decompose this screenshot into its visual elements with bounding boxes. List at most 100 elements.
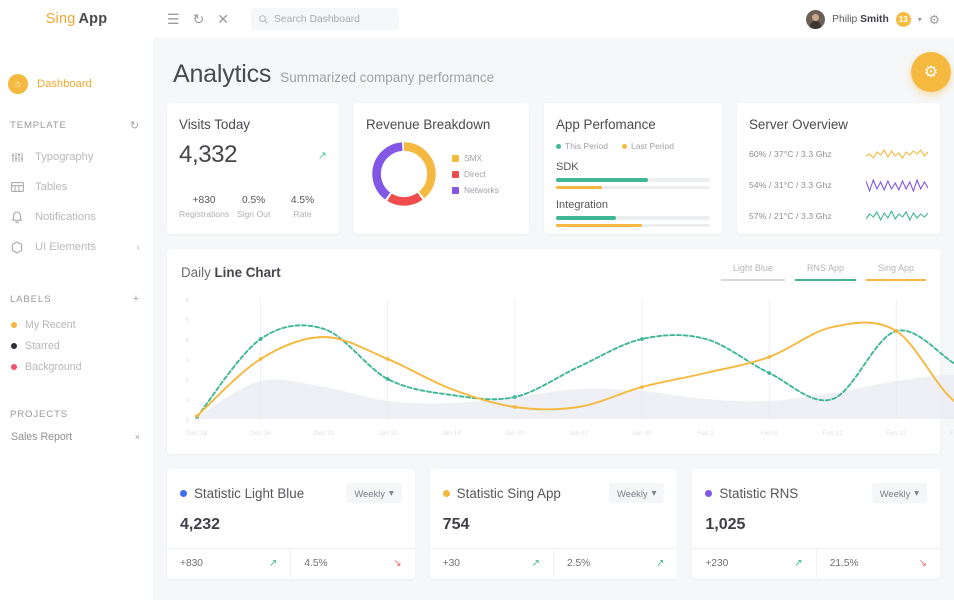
period-select-weekly[interactable]: Weekly ▾: [609, 483, 664, 503]
user-last-name: Smith: [860, 14, 889, 25]
svg-text:Jan 27: Jan 27: [569, 430, 589, 437]
visits-value-row: 4,332 ↗: [179, 141, 327, 169]
trend-up-icon: ↗: [794, 558, 802, 569]
mini-stat: 4.5% Rate: [278, 195, 327, 219]
gears-icon: ⚙: [924, 62, 938, 82]
label-color-dot: [11, 343, 17, 349]
sidebar-label-background[interactable]: Background: [0, 356, 153, 377]
sidebar-item-tables[interactable]: Tables: [0, 172, 153, 202]
chart-title: Daily Line Chart: [181, 265, 281, 280]
tab-light-blue[interactable]: Light Blue: [721, 263, 785, 281]
donut-chart-wrap: SMX Direct Networks: [366, 138, 517, 210]
chart-header: Daily Line Chart Light Blue RNS App Sing…: [181, 263, 926, 281]
sidebar-section-label: LABELS: [10, 294, 51, 305]
sidebar-section-projects: PROJECTS: [0, 403, 153, 425]
sidebar-label-my-recent[interactable]: My Recent: [0, 314, 153, 335]
stat-card-label: Statistic Sing App: [457, 486, 561, 501]
perf-bar-sdk-last: [556, 186, 710, 190]
perf-bar-integration-this: [556, 216, 710, 220]
stat-card-value: 1,025: [692, 503, 940, 534]
performance-legend: This Period Last Period: [556, 141, 710, 151]
stat-card-header: Statistic Light Blue Weekly ▾: [167, 469, 415, 503]
svg-text:Feb 8: Feb 8: [761, 430, 778, 437]
delta-value: 21.5%: [830, 558, 859, 569]
card-statistic-rns: Statistic RNS Weekly ▾ 1,025 +230 ↗ 21.5…: [692, 469, 940, 579]
add-label-icon[interactable]: +: [133, 293, 140, 305]
sidebar-item-ui-elements[interactable]: UI Elements ‹: [0, 232, 153, 262]
user-first-name: Philip: [832, 14, 857, 25]
perf-label-integration: Integration: [556, 199, 710, 211]
stat-card-header: Statistic RNS Weekly ▾: [692, 469, 940, 503]
stat-card-title: Statistic RNS: [705, 486, 798, 501]
card-title: Visits Today: [179, 117, 327, 132]
svg-text:5: 5: [185, 317, 189, 324]
kpi-row: Visits Today 4,332 ↗ +830 Registrations …: [167, 103, 940, 234]
sidebar-item-label: UI Elements: [35, 241, 96, 253]
chevron-left-icon[interactable]: ‹: [137, 242, 153, 253]
menu-icon[interactable]: ☰: [167, 12, 180, 26]
sidebar-item-label: Notifications: [35, 211, 96, 223]
brand-logo[interactable]: SingApp: [0, 0, 153, 38]
svg-text:Feb 22: Feb 22: [886, 430, 907, 437]
trend-down-icon: ↘: [919, 558, 927, 569]
svg-text:Feb 2: Feb 2: [697, 430, 714, 437]
server-row: 54% / 31°C / 3.3 Ghz: [749, 175, 928, 194]
close-icon[interactable]: ✕: [217, 12, 229, 26]
period-select-weekly[interactable]: Weekly ▾: [346, 483, 401, 503]
server-stats-text: 60% / 37°C / 3.3 Ghz: [749, 149, 832, 159]
stat-card-label: Statistic Light Blue: [194, 486, 304, 501]
stat-footer-left: +30 ↗: [430, 549, 553, 578]
settings-fab-button[interactable]: ⚙: [911, 52, 951, 92]
refresh-icon[interactable]: ↻: [193, 12, 205, 26]
sparkline-1: [866, 144, 928, 163]
legend-label: This Period: [565, 141, 608, 151]
stat-card-footer: +30 ↗ 2.5% ↗: [430, 548, 678, 578]
sidebar-item-typography[interactable]: Typography: [0, 142, 153, 172]
sidebar-item-dashboard[interactable]: ⌂ Dashboard: [0, 69, 153, 99]
svg-text:Jan 14: Jan 14: [442, 430, 462, 437]
line-chart-plot[interactable]: 0123456Dec 19Dec 26Dec 31Jan 10Jan 14Jan…: [175, 291, 954, 441]
svg-text:Dec 19: Dec 19: [187, 430, 208, 437]
chevron-down-icon[interactable]: ▾: [918, 15, 922, 24]
refresh-icon[interactable]: ↻: [130, 119, 140, 132]
sidebar-label-text: My Recent: [25, 319, 76, 331]
topbar-user-area[interactable]: Philip Smith 13 ▾ ⚙: [806, 10, 954, 29]
perf-bar-integration-last: [556, 224, 710, 228]
period-select-weekly[interactable]: Weekly ▾: [872, 483, 927, 503]
server-row: 57% / 21°C / 3.3 Ghz: [749, 206, 928, 225]
search-icon: [259, 15, 268, 24]
sidebar-item-notifications[interactable]: Notifications: [0, 202, 153, 232]
svg-text:Jan 30: Jan 30: [632, 430, 652, 437]
close-icon[interactable]: ×: [135, 432, 140, 442]
stat-card-title: Statistic Light Blue: [180, 486, 304, 501]
avatar[interactable]: [806, 10, 825, 29]
svg-text:2: 2: [185, 377, 189, 384]
svg-text:Jan 10: Jan 10: [378, 430, 398, 437]
status-badge[interactable]: 13: [896, 12, 911, 27]
donut-legend: SMX Direct Networks: [452, 153, 499, 195]
mini-stat-value: 0.5%: [229, 195, 278, 206]
series-color-dot: [180, 490, 187, 497]
brand-second: App: [79, 11, 108, 27]
stat-footer-right: 4.5% ↘: [290, 549, 414, 578]
card-title: Revenue Breakdown: [366, 117, 517, 132]
gear-icon[interactable]: ⚙: [929, 12, 940, 27]
legend-dot: [556, 144, 561, 149]
tab-sing-app[interactable]: Sing App: [866, 263, 926, 281]
card-visits-today: Visits Today 4,332 ↗ +830 Registrations …: [167, 103, 339, 234]
tab-rns-app[interactable]: RNS App: [795, 263, 856, 281]
sidebar-project-sales-report[interactable]: Sales Report ×: [0, 427, 153, 447]
sidebar-section-label: PROJECTS: [10, 409, 68, 420]
chart-title-bold: Line Chart: [214, 265, 280, 280]
legend-label: Last Period: [631, 141, 674, 151]
sidebar: SingApp ⌂ Dashboard TEMPLATE ↻ Typograph…: [0, 0, 153, 600]
tab-label: Light Blue: [733, 263, 773, 273]
svg-text:Dec 31: Dec 31: [314, 430, 335, 437]
search-input[interactable]: Search Dashboard: [251, 8, 399, 30]
sidebar-nav-primary: ⌂ Dashboard: [0, 69, 153, 99]
stat-footer-left: +830 ↗: [167, 549, 290, 578]
sidebar-label-starred[interactable]: Starred: [0, 335, 153, 356]
page-title: Analytics: [173, 60, 271, 89]
stat-card-footer: +230 ↗ 21.5% ↘: [692, 548, 940, 578]
server-stats-text: 57% / 21°C / 3.3 Ghz: [749, 211, 832, 221]
